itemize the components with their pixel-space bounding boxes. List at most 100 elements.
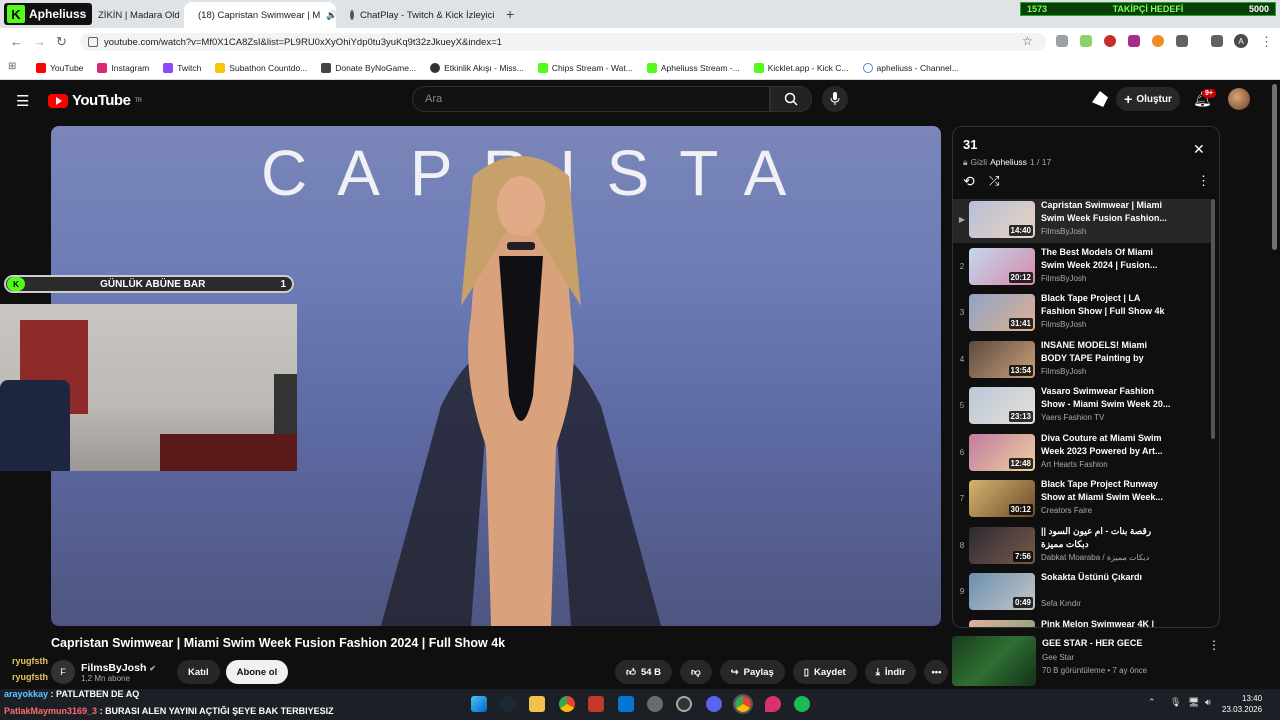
bookmark-donate[interactable]: Donate ByNoGame... [321,62,416,73]
extension-green-icon[interactable] [1080,35,1092,47]
playlist-item[interactable]: 4 13:54 INSANE MODELS! Miami BODY TAPE P… [953,339,1211,383]
playlist-item-title: The Best Models Of Miami Swim Week 2024 … [1041,246,1158,270]
download-button[interactable]: ⤓ İndir [864,660,917,684]
page-scrollbar[interactable] [1272,84,1277,250]
tray-chevron-icon[interactable]: ⌃ [1148,697,1156,708]
more-vert-icon[interactable]: ⋮ [1197,173,1210,189]
reload-icon[interactable]: ↻ [56,34,67,50]
extension-purple-icon[interactable] [1128,35,1140,47]
app-blue-icon[interactable] [618,696,634,712]
bookmark-chips[interactable]: Chips Stream - Wat... [537,62,633,73]
like-button[interactable]: 👍︎ 54 B [615,660,673,684]
bookmark-subathon[interactable]: Subathon Countdo... [215,62,307,73]
mic-tray-icon[interactable]: 🎙︎ [1170,697,1181,708]
app-red-icon[interactable] [588,696,604,712]
obs-icon[interactable] [676,696,692,712]
playlist-thumbnail: 14:40 [969,201,1035,238]
discord-icon[interactable] [706,696,722,712]
playlist-scrollbar[interactable] [1211,199,1215,439]
playlist-position: 1 / 17 [1029,157,1052,167]
steam-icon[interactable] [500,696,516,712]
recommended-video[interactable]: GEE STAR - HER GECE Gee Star 70 B görünt… [952,634,1220,688]
share-button[interactable]: ↪ Paylaş [719,660,785,684]
playlist-item[interactable]: ▶ 14:40 Capristan Swimwear | Miami Swim … [953,199,1211,243]
chrome-active-icon[interactable] [733,694,753,714]
extension-orange-icon[interactable] [1152,35,1164,47]
file-explorer-icon[interactable] [529,696,545,712]
more-actions-button[interactable]: ••• [924,660,949,684]
playlist-item[interactable]: 2 20:12 The Best Models Of Miami Swim We… [953,246,1211,290]
bookmark-label: Etkinlik Akışı - Miss... [444,62,524,73]
channel-name-text: FilmsByJosh [81,661,147,674]
extensions-puzzle-icon[interactable] [1176,35,1188,47]
kick-dot-icon: K [7,277,25,291]
save-button[interactable]: ▯ Kaydet [792,660,857,684]
search-button[interactable] [770,86,812,112]
bookmark-apheliuss[interactable]: Apheliuss Stream -... [646,62,740,73]
user-avatar[interactable] [1228,88,1250,110]
bookmark-kicklet[interactable]: Kicklet.app - Kick C... [753,62,849,73]
youtube-logo[interactable]: YouTube TR [48,92,142,109]
back-icon[interactable]: ← [10,34,23,49]
tab-youtube[interactable]: (18) Capristan Swimwear | M 🔊 ✕ [184,2,336,28]
maps-pin-icon[interactable] [765,696,781,712]
bookmark-star-icon[interactable]: ☆ [1022,34,1033,48]
volume-icon[interactable]: 🔊︎ [1205,697,1211,708]
bookmark-label: apheliuss - Channel... [876,62,959,73]
url-input[interactable]: youtube.com/watch?v=Mf0X1CA8ZsI&list=PL9… [80,33,1046,51]
chrome-icon[interactable] [559,696,575,712]
bookmark-instagram[interactable]: Instagram [97,62,149,73]
shuffle-icon[interactable]: ⤮ [989,173,999,189]
voice-search-button[interactable] [822,86,848,112]
bookmark-label: Twitch [177,62,202,73]
playlist-item[interactable]: 3 31:41 Black Tape Project | LA Fashion … [953,292,1211,336]
loop-icon[interactable]: ⟲ [963,173,975,190]
create-button[interactable]: + Oluştur [1116,87,1180,111]
subscribe-button[interactable]: Abone ol [225,660,289,684]
reading-list-icon[interactable] [1211,35,1223,47]
playlist-item[interactable]: 6 12:48 Diva Couture at Miami Swim Week … [953,432,1211,476]
forward-icon[interactable]: → [33,34,46,49]
app-gray-icon[interactable] [647,696,663,712]
windows-start-icon[interactable] [471,696,487,712]
system-clock[interactable]: 13:40 23.03.2026 [1222,693,1262,715]
network-icon[interactable]: 🖥︎ [1188,697,1199,708]
bookmark-twitch[interactable]: Twitch [163,62,202,73]
bookmark-youtube[interactable]: YouTube [36,62,83,73]
close-icon[interactable]: ✕ [1193,141,1205,158]
playlist-item[interactable]: 9 0:49 Sokakta Üstünü Çıkardı Sefa Kındı… [953,571,1211,615]
plus-icon: + [1124,91,1133,107]
playlist-item[interactable]: 7 30:12 Black Tape Project Runway Show a… [953,478,1211,522]
bookmark-etkinlik[interactable]: Etkinlik Akışı - Miss... [430,62,524,73]
menu-dots-icon[interactable]: ⋮ [1260,34,1273,50]
playlist-item-title: Diva Couture at Miami Swim Week 2023 Pow… [1041,432,1163,456]
playlist-item-title: Black Tape Project | LA Fashion Show | F… [1041,293,1165,316]
share-icon: ↪ [730,666,739,678]
download-icon: ⤓ [875,666,880,678]
playlist-item[interactable]: 8 7:56 رقصة بنات - ام عيون السود || دبكا… [953,525,1211,569]
search-input[interactable]: Ara [412,86,770,112]
channel-name[interactable]: FilmsByJosh ✔ [81,662,171,674]
dislike-button[interactable]: 👎︎ [680,660,712,684]
speaker-icon[interactable]: 🔊 [326,10,336,21]
more-vert-icon[interactable]: ⋮ [1208,638,1220,652]
new-tab-icon[interactable]: + [506,6,514,22]
playlist-owner[interactable]: Apheliuss [990,157,1027,168]
profile-avatar-icon[interactable]: A [1234,34,1248,48]
sub-bar-count: 1 [280,278,286,290]
playlist-item[interactable]: 5 23:13 Vasaro Swimwear Fashion Show - M… [953,385,1211,429]
chat-line: arayokkay : PATLATBEN DE AQ [4,689,140,699]
spotify-icon[interactable] [794,696,810,712]
extension-red-icon[interactable] [1104,35,1116,47]
playlist-item-title: INSANE MODELS! Miami BODY TAPE Painting … [1041,339,1148,363]
shield-icon[interactable] [1056,35,1068,47]
channel-avatar[interactable]: F [51,660,75,684]
hamburger-menu-icon[interactable]: ☰ [16,92,29,110]
bookmark-channel[interactable]: apheliuss - Channel... [862,62,959,73]
tab-madara[interactable]: ZİKİN | Madara Old✕ [90,2,182,28]
tab-chatplay[interactable]: ChatPlay - Twitch & Kick İzleyici✕ [342,2,498,28]
site-info-icon[interactable] [88,37,98,47]
apps-grid-icon[interactable]: ⊞ [8,61,16,72]
playlist-item[interactable]: Pink Melon Swimwear 4K | [953,618,1211,627]
join-button[interactable]: Katıl [177,660,220,684]
